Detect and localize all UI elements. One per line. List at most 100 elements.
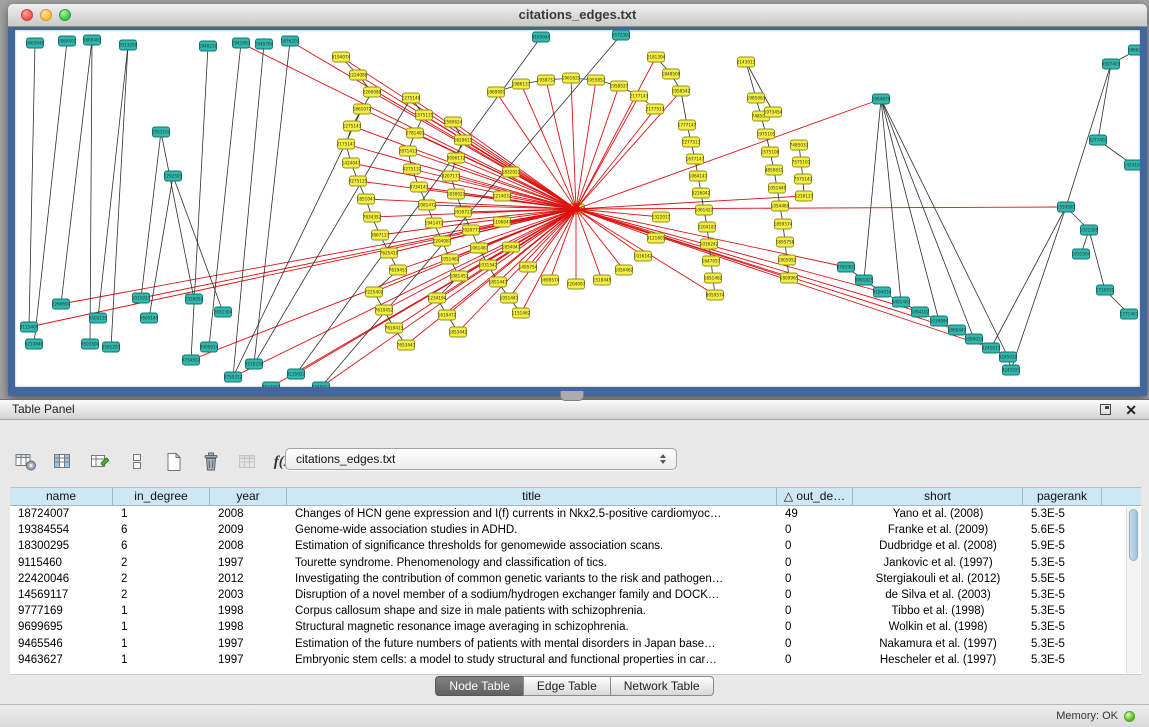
graph-edge[interactable] <box>1089 230 1105 290</box>
graph-node[interactable]: 1151462 <box>512 308 531 318</box>
graph-node[interactable]: 1016242 <box>700 239 719 249</box>
graph-node[interactable]: 7575103 <box>792 157 811 167</box>
graph-node[interactable]: 1986137 <box>512 79 531 89</box>
graph-node[interactable]: 1559583 <box>1057 202 1076 212</box>
graph-node[interactable]: 2260694 <box>52 299 71 309</box>
graph-node[interactable]: 7619413 <box>385 323 404 333</box>
graph-node[interactable]: 1851443 <box>489 277 508 287</box>
graph-node[interactable]: 8135023 <box>287 369 306 379</box>
graph-node[interactable]: 1955852 <box>587 75 606 85</box>
table-row[interactable]: 2242004622012Investigating the contribut… <box>10 571 1141 587</box>
graph-edge-selected[interactable] <box>576 99 881 209</box>
network-table-select[interactable]: citations_edges.txt <box>285 448 677 470</box>
column-header-out_de[interactable]: △ out_de… <box>777 488 853 505</box>
create-column-icon[interactable] <box>88 449 112 475</box>
graph-edge[interactable] <box>98 45 128 318</box>
graph-node[interactable]: 1051449 <box>768 183 787 193</box>
graph-node[interactable]: 1424103 <box>1124 160 1140 170</box>
graph-node[interactable]: 9591203 <box>102 342 121 352</box>
graph-node[interactable]: 1064147 <box>689 171 708 181</box>
graph-node[interactable]: 1876203 <box>281 36 300 46</box>
graph-node[interactable]: 1322017 <box>652 212 671 222</box>
graph-node[interactable]: 1777147 <box>678 120 697 130</box>
graph-edge[interactable] <box>1098 64 1111 140</box>
graph-edge[interactable] <box>746 62 773 112</box>
graph-node[interactable]: 1985063 <box>747 93 766 103</box>
graph-node[interactable]: 7225402 <box>365 287 384 297</box>
graph-node[interactable]: 9505140 <box>140 313 159 323</box>
graph-node[interactable]: 1861072 <box>353 104 372 114</box>
graph-node[interactable]: 1940704 <box>255 39 274 49</box>
graph-node[interactable]: 7524503 <box>262 382 281 387</box>
graph-node[interactable]: 9277403 <box>1089 135 1108 145</box>
graph-node[interactable]: 2871413 <box>399 146 418 156</box>
graph-node[interactable]: 1424047 <box>342 158 361 168</box>
float-panel-icon[interactable] <box>1100 404 1111 415</box>
graph-node[interactable]: 2204187 <box>698 222 717 232</box>
table-row[interactable]: 911546021997Tourette syndrome. Phenomeno… <box>10 555 1141 571</box>
graph-edge[interactable] <box>209 43 241 347</box>
graph-node[interactable]: 9210846 <box>25 339 44 349</box>
graph-node[interactable]: 2316052 <box>185 294 204 304</box>
graph-node[interactable]: 1518445 <box>593 275 612 285</box>
graph-node[interactable]: 1021509 <box>1080 225 1099 235</box>
graph-node[interactable]: 4275132 <box>403 164 422 174</box>
graph-node[interactable]: 1869991 <box>487 87 506 97</box>
graph-node[interactable]: 1031504 <box>1072 249 1091 259</box>
graph-node[interactable]: 1619472 <box>438 310 457 320</box>
graph-edge-selected[interactable] <box>576 207 1066 209</box>
graph-node[interactable]: 1034094 <box>930 316 949 326</box>
graph-node[interactable]: 7610452 <box>375 305 394 315</box>
graph-node[interactable]: 1051462 <box>441 254 460 264</box>
table-row[interactable]: 1830029562008Estimation of significance … <box>10 538 1141 554</box>
graph-edge-selected[interactable] <box>290 41 576 209</box>
tab-network-table[interactable]: Network Table <box>610 676 714 696</box>
table-row[interactable]: 1938455462009Genome-wide association stu… <box>10 522 1141 538</box>
table-row[interactable]: 969969511998Structural magnetic resonanc… <box>10 619 1141 635</box>
column-header-title[interactable]: title <box>287 488 777 505</box>
graph-node[interactable]: 1809965 <box>780 273 799 283</box>
graph-node[interactable]: 7834352 <box>363 212 382 222</box>
graph-node[interactable]: 3096172 <box>447 153 466 163</box>
table-row[interactable]: 946554611997Estimation of the future num… <box>10 636 1141 652</box>
graph-node[interactable]: 1094034 <box>965 334 984 344</box>
graph-edge-selected[interactable] <box>576 209 882 292</box>
graph-node[interactable]: 2204087 <box>433 236 452 246</box>
graph-node[interactable]: 9597403 <box>1102 59 1121 69</box>
graph-node[interactable]: 2177513 <box>646 104 665 114</box>
graph-node[interactable]: 1854043 <box>502 242 521 252</box>
column-header-in_degree[interactable]: in_degree <box>113 488 210 505</box>
graph-node[interactable]: 4275125 <box>349 176 368 186</box>
table-row[interactable]: 977716911998Corpus callosum shape and si… <box>10 603 1141 619</box>
graph-node[interactable]: 1848508 <box>662 69 681 79</box>
import-table-icon[interactable] <box>236 449 260 475</box>
graph-edge[interactable] <box>29 43 35 327</box>
graph-node[interactable]: 5572302 <box>612 30 631 40</box>
graph-node[interactable]: 1973454 <box>764 107 783 117</box>
graph-node[interactable]: 1964879 <box>872 94 891 104</box>
graph-edge-selected[interactable] <box>233 209 576 377</box>
graph-node[interactable]: 1851462 <box>704 273 723 283</box>
graph-node[interactable]: 1948230 <box>199 41 218 51</box>
table-row[interactable]: 1456911722003Disruption of a novel membe… <box>10 587 1141 603</box>
graph-node[interactable]: 1234194 <box>428 293 447 303</box>
graph-node[interactable]: 1941472 <box>425 218 444 228</box>
graph-node[interactable]: 1054469 <box>771 201 790 211</box>
network-canvas[interactable]: 1724018 16639481869401986940320132501948… <box>15 30 1140 387</box>
graph-edge[interactable] <box>141 132 161 298</box>
graph-edge[interactable] <box>173 176 223 312</box>
graph-node[interactable]: 2181304 <box>647 52 666 62</box>
graph-node[interactable]: 2781403 <box>406 128 425 138</box>
graph-node[interactable]: 9245032 <box>999 352 1018 362</box>
graph-edge-selected[interactable] <box>576 109 655 209</box>
graph-node[interactable]: 9245013 <box>982 343 1001 353</box>
window-titlebar[interactable]: citations_edges.txt <box>8 4 1147 27</box>
graph-node[interactable]: 2053104 <box>152 127 171 137</box>
graph-node[interactable]: 9505135 <box>89 313 108 323</box>
graph-node[interactable]: 1938732 <box>537 75 556 85</box>
graph-node[interactable]: 1866203 <box>1128 45 1140 55</box>
graph-edge[interactable] <box>191 46 208 360</box>
column-header-name[interactable]: name <box>10 488 113 505</box>
graph-edge-selected[interactable] <box>412 169 576 209</box>
graph-node[interactable]: 1275143 <box>343 121 362 131</box>
